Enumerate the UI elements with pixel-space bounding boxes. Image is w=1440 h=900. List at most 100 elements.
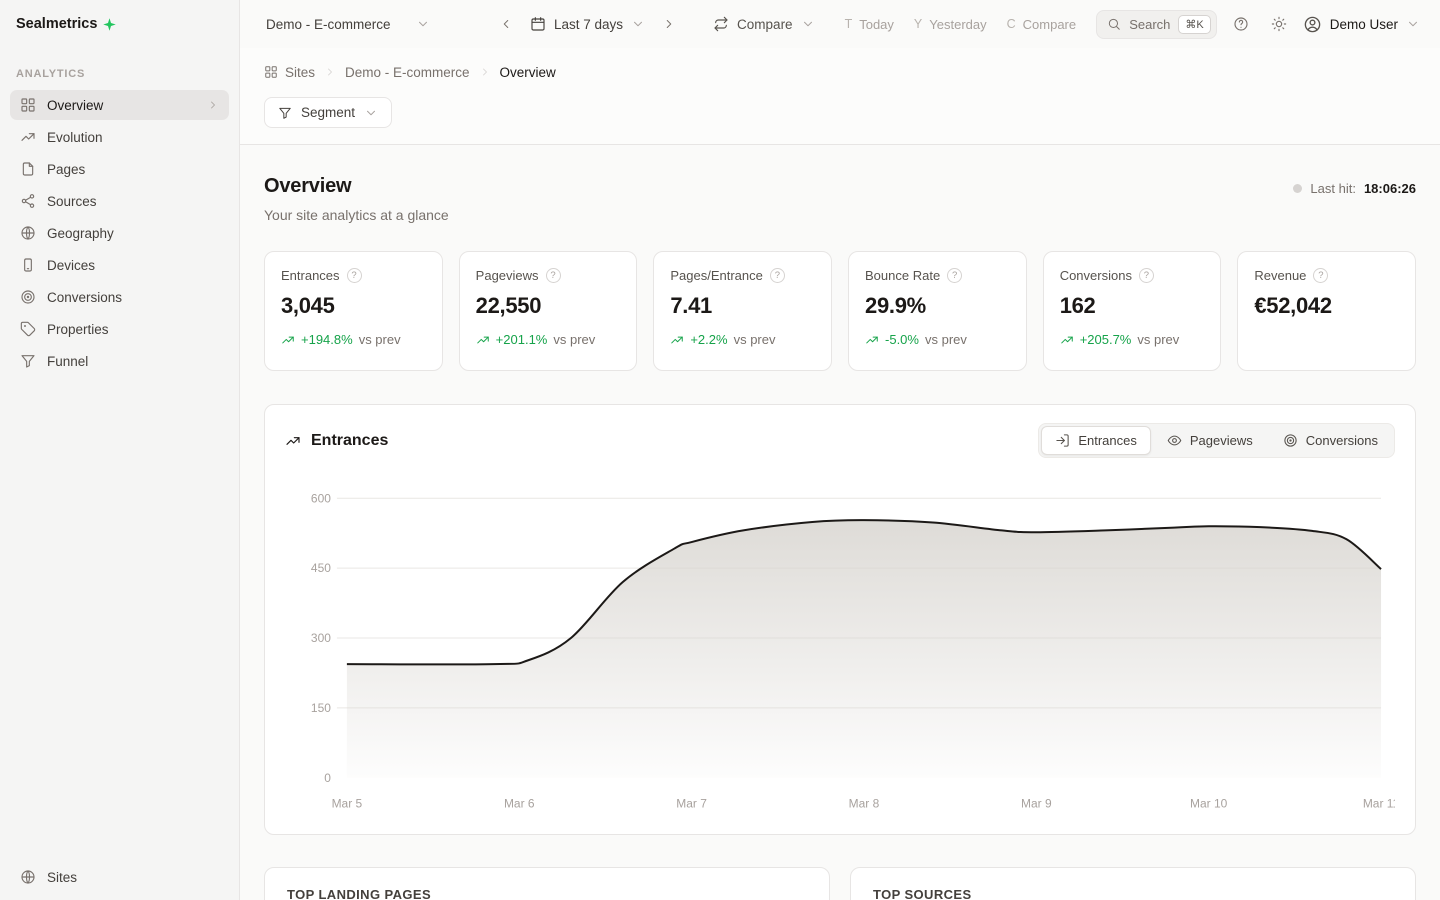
smartphone-icon [20, 257, 36, 273]
breadcrumb-site[interactable]: Demo - E-commerce [345, 65, 470, 80]
help-icon[interactable]: ? [347, 268, 362, 283]
sidebar-item-label: Funnel [47, 354, 88, 369]
funnel-icon [278, 106, 292, 120]
target-icon [20, 289, 36, 305]
sidebar-item-funnel[interactable]: Funnel [10, 346, 229, 376]
sidebar-section-label: ANALYTICS [0, 48, 239, 90]
compare-label: Compare [737, 17, 793, 32]
svg-text:Mar 10: Mar 10 [1190, 797, 1228, 811]
breadcrumb-sites[interactable]: Sites [264, 65, 315, 80]
stat-card-pageviews: Pageviews ? 22,550 +201.1% vs prev [459, 251, 638, 371]
sidebar-item-label: Geography [47, 226, 114, 241]
page-subtitle: Your site analytics at a glance [264, 207, 449, 223]
segment-button[interactable]: Segment [264, 97, 392, 128]
help-icon[interactable]: ? [770, 268, 785, 283]
main-area: Demo - E-commerce Last 7 days Compare T [240, 0, 1440, 900]
top-landing-pages-panel: TOP LANDING PAGES [264, 867, 830, 900]
shortcut-key: C [1007, 17, 1016, 31]
grid-icon [20, 97, 36, 113]
stat-label: Pageviews [476, 268, 539, 283]
shortcut-yesterday[interactable]: Y Yesterday [914, 17, 987, 32]
search-input[interactable]: Search ⌘K [1096, 10, 1217, 39]
globe-icon [20, 869, 36, 885]
sidebar-item-label: Overview [47, 98, 103, 113]
stat-label: Bounce Rate [865, 268, 940, 283]
svg-text:Mar 6: Mar 6 [504, 797, 535, 811]
chevron-down-icon [801, 17, 815, 31]
sidebar-item-sources[interactable]: Sources [10, 186, 229, 216]
date-range-picker[interactable]: Last 7 days [524, 16, 651, 32]
stats-row: Entrances ? 3,045 +194.8% vs prev Pagevi… [264, 251, 1416, 371]
tab-pageviews[interactable]: Pageviews [1153, 426, 1267, 455]
chevron-left-icon [499, 17, 513, 31]
trending-up-icon [476, 333, 490, 347]
sidebar-item-pages[interactable]: Pages [10, 154, 229, 184]
sidebar-item-label: Conversions [47, 290, 122, 305]
help-icon[interactable]: ? [1139, 268, 1154, 283]
compare-control[interactable]: Compare [713, 16, 815, 32]
next-period-button[interactable] [655, 10, 683, 38]
stat-label: Entrances [281, 268, 340, 283]
tab-label: Pageviews [1190, 433, 1253, 448]
shortcut-label: Compare [1023, 17, 1076, 32]
brand-name: Sealmetrics [16, 16, 97, 32]
trending-up-icon [281, 333, 295, 347]
trending-up-icon [20, 129, 36, 145]
svg-text:Mar 11: Mar 11 [1363, 797, 1395, 811]
top-sources-panel: TOP SOURCES [850, 867, 1416, 900]
tab-label: Conversions [1306, 433, 1378, 448]
help-icon[interactable]: ? [546, 268, 561, 283]
shortcut-key: T [845, 17, 853, 31]
site-selector-value: Demo - E-commerce [266, 17, 391, 32]
site-selector[interactable]: Demo - E-commerce [266, 17, 430, 32]
stat-card-entrances: Entrances ? 3,045 +194.8% vs prev [264, 251, 443, 371]
entrances-chart-card: Entrances Entrances Pageviews Conversion… [264, 404, 1416, 835]
sidebar-item-devices[interactable]: Devices [10, 250, 229, 280]
last-hit-label: Last hit: [1310, 181, 1356, 196]
chart-title: Entrances [285, 432, 388, 450]
stat-card-bounce-rate: Bounce Rate ? 29.9% -5.0% vs prev [848, 251, 1027, 371]
help-button[interactable] [1227, 10, 1255, 38]
topbar: Demo - E-commerce Last 7 days Compare T [240, 0, 1440, 48]
stat-label: Conversions [1060, 268, 1132, 283]
svg-text:150: 150 [311, 701, 331, 715]
page-head: Overview Your site analytics at a glance… [264, 175, 1416, 223]
entrances-chart: 0150300450600Mar 5Mar 6Mar 7Mar 8Mar 9Ma… [285, 470, 1395, 820]
chevron-down-icon [416, 17, 430, 31]
panel-title: TOP SOURCES [873, 887, 1393, 900]
stat-change: +201.1% [496, 332, 548, 347]
page-title: Overview [264, 175, 449, 198]
sidebar-item-label: Properties [47, 322, 109, 337]
tab-entrances[interactable]: Entrances [1041, 426, 1151, 455]
user-name: Demo User [1330, 17, 1398, 32]
shortcut-compare[interactable]: C Compare [1007, 17, 1077, 32]
panel-title: TOP LANDING PAGES [287, 887, 807, 900]
brand: Sealmetrics [0, 0, 239, 48]
breadcrumb: Sites Demo - E-commerce Overview [264, 59, 1416, 85]
help-icon[interactable]: ? [947, 268, 962, 283]
stat-change-suffix: vs prev [553, 332, 595, 347]
theme-toggle-button[interactable] [1265, 10, 1293, 38]
bottom-row: TOP LANDING PAGES TOP SOURCES [264, 867, 1416, 900]
user-menu[interactable]: Demo User [1303, 15, 1420, 34]
log-in-icon [1055, 433, 1070, 448]
date-navigation: Last 7 days [492, 10, 683, 38]
breadcrumb-root-label: Sites [285, 65, 315, 80]
sidebar-item-geography[interactable]: Geography [10, 218, 229, 248]
sidebar-footer-sites[interactable]: Sites [0, 854, 239, 900]
file-icon [20, 161, 36, 177]
calendar-icon [530, 16, 546, 32]
search-label: Search [1129, 17, 1170, 32]
sidebar-item-overview[interactable]: Overview [10, 90, 229, 120]
help-icon[interactable]: ? [1313, 268, 1328, 283]
shortcut-today[interactable]: T Today [845, 17, 894, 32]
globe-icon [20, 225, 36, 241]
user-circle-icon [1303, 15, 1322, 34]
sidebar-item-conversions[interactable]: Conversions [10, 282, 229, 312]
stat-value: 7.41 [670, 293, 815, 319]
tab-conversions[interactable]: Conversions [1269, 426, 1392, 455]
sidebar-item-label: Evolution [47, 130, 103, 145]
sidebar-item-properties[interactable]: Properties [10, 314, 229, 344]
sidebar-item-evolution[interactable]: Evolution [10, 122, 229, 152]
prev-period-button[interactable] [492, 10, 520, 38]
